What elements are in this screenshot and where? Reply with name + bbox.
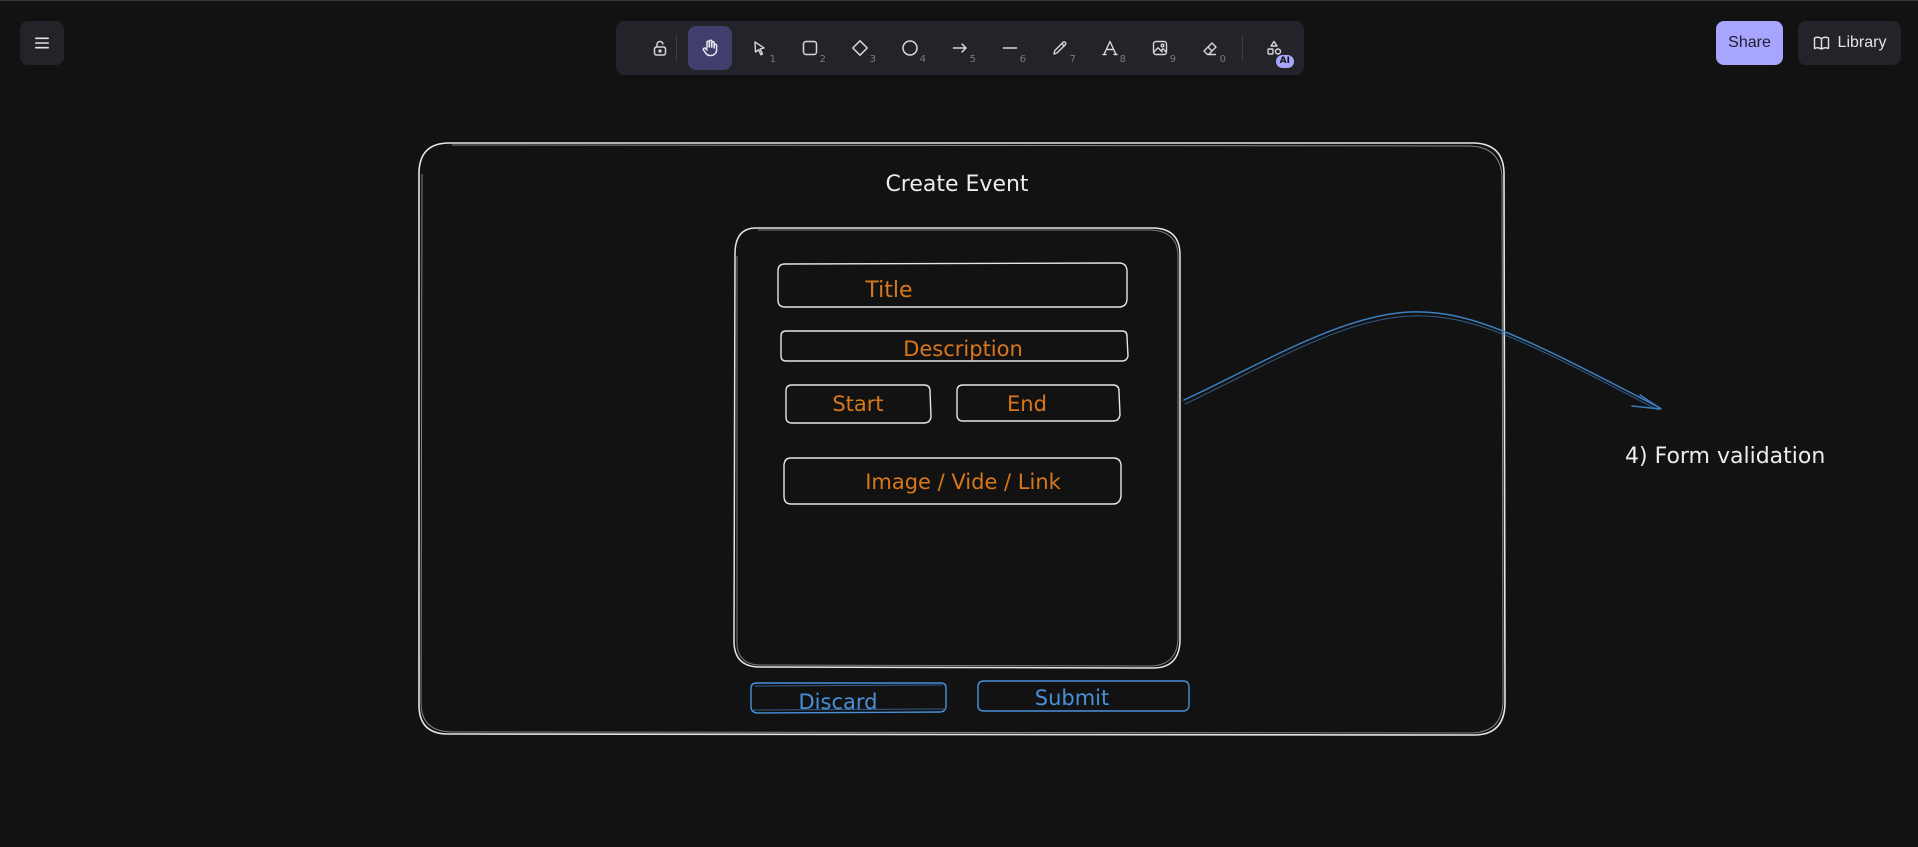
form-card-stroke	[736, 229, 1179, 667]
curved-arrow-stroke	[1184, 315, 1659, 411]
curved-arrow[interactable]	[1183, 311, 1661, 409]
outer-frame-stroke	[420, 144, 1504, 734]
drawing-canvas[interactable]: Create Event Title Description Start End…	[0, 0, 1918, 847]
end-field-label: End	[1007, 392, 1047, 416]
title-field[interactable]	[777, 262, 1128, 308]
media-field-label: Image / Vide / Link	[865, 470, 1061, 494]
description-field-label: Description	[903, 337, 1023, 361]
arrow-head	[1631, 394, 1662, 410]
submit-button-label: Submit	[1035, 686, 1110, 710]
form-validation-note[interactable]: 4) Form validation	[1625, 444, 1825, 469]
discard-button-label: Discard	[799, 690, 878, 714]
start-field-label: Start	[832, 392, 883, 416]
form-card[interactable]	[733, 227, 1181, 669]
title-field-label: Title	[864, 278, 912, 303]
frame-title[interactable]: Create Event	[885, 172, 1028, 197]
outer-frame[interactable]	[418, 142, 1506, 736]
